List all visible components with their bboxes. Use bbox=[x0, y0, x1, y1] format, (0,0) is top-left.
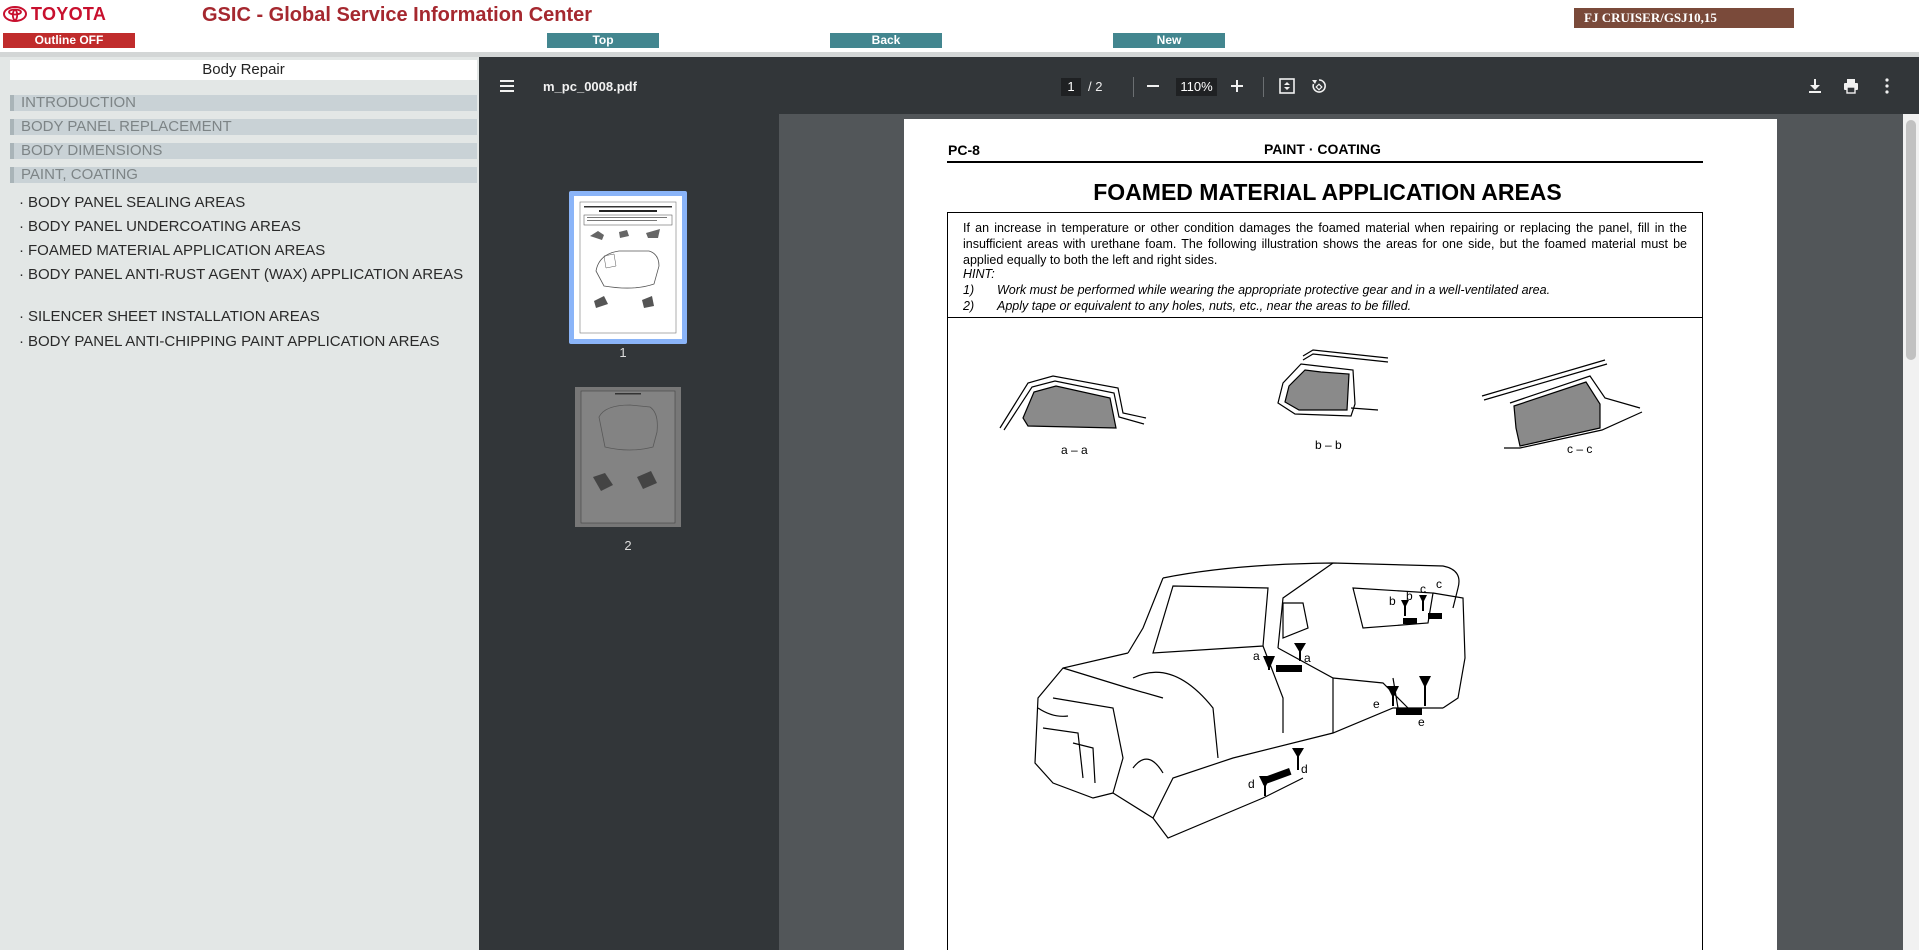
step-text: Apply tape or equivalent to any holes, n… bbox=[997, 299, 1412, 313]
bullet: · bbox=[19, 194, 24, 211]
top-button[interactable]: Top bbox=[547, 33, 659, 48]
fit-page-icon[interactable] bbox=[1277, 76, 1297, 96]
toyota-emblem-icon bbox=[3, 6, 27, 22]
thumbnail-page-1[interactable] bbox=[569, 191, 687, 344]
toolbar-divider bbox=[1133, 77, 1134, 97]
bullet: · bbox=[19, 266, 24, 283]
toyota-logo: TOYOTA bbox=[3, 3, 106, 25]
pdf-scrollbar[interactable] bbox=[1903, 114, 1919, 950]
brand-name: TOYOTA bbox=[31, 3, 107, 24]
zoom-level-input[interactable]: 110% bbox=[1176, 78, 1217, 96]
callout-c-right: c bbox=[1436, 577, 1442, 591]
pdf-filename: m_pc_0008.pdf bbox=[543, 79, 637, 94]
outline-item-label: BODY PANEL ANTI-CHIPPING PAINT APPLICATI… bbox=[28, 333, 440, 350]
rotate-icon[interactable] bbox=[1309, 76, 1329, 96]
outline-section-title: Body Repair bbox=[10, 60, 477, 80]
section-label-c: c – c bbox=[1567, 442, 1593, 456]
outline-item-label: FOAMED MATERIAL APPLICATION AREAS bbox=[28, 242, 326, 259]
pdf-viewer: m_pc_0008.pdf 1 / 2 110% 1 2 PC-8 PAINT … bbox=[479, 57, 1919, 950]
app-title: GSIC - Global Service Information Center bbox=[202, 4, 593, 26]
doc-content-box: If an increase in temperature or other c… bbox=[947, 212, 1703, 950]
bullet: · bbox=[19, 218, 24, 235]
category-introduction[interactable]: INTRODUCTION bbox=[10, 95, 477, 111]
outline-item-undercoating-areas[interactable]: · BODY PANEL UNDERCOATING AREAS bbox=[19, 218, 469, 236]
doc-header-rule bbox=[947, 161, 1703, 163]
category-body-panel-replacement[interactable]: BODY PANEL REPLACEMENT bbox=[10, 119, 477, 135]
bullet: · bbox=[19, 308, 24, 325]
callout-a-right: a bbox=[1304, 651, 1311, 665]
callout-b-left: b bbox=[1389, 594, 1396, 608]
section-label-a: a – a bbox=[1061, 443, 1088, 457]
section-label-b: b – b bbox=[1315, 438, 1342, 452]
scrollbar-thumb[interactable] bbox=[1906, 120, 1916, 360]
outline-item-silencer-sheet[interactable]: · SILENCER SHEET INSTALLATION AREAS bbox=[19, 308, 469, 326]
category-paint-coating[interactable]: PAINT, COATING bbox=[10, 167, 477, 183]
cross-section-b-diagram bbox=[1277, 349, 1389, 417]
outline-item-foamed-material[interactable]: · FOAMED MATERIAL APPLICATION AREAS bbox=[19, 242, 469, 260]
step-number: 2) bbox=[963, 299, 975, 313]
category-body-dimensions[interactable]: BODY DIMENSIONS bbox=[10, 143, 477, 159]
thumbnail-panel: 1 2 bbox=[479, 114, 779, 950]
doc-hint-label: HINT: bbox=[963, 267, 995, 281]
thumbnail-preview bbox=[579, 201, 677, 334]
outline-item-anti-rust-wax[interactable]: · BODY PANEL ANTI-RUST AGENT (WAX) APPLI… bbox=[19, 266, 469, 284]
thumbnail-preview bbox=[580, 390, 676, 524]
page-number-input[interactable]: 1 bbox=[1061, 78, 1081, 96]
zoom-out-icon[interactable] bbox=[1143, 76, 1163, 96]
cross-section-a-diagram bbox=[999, 375, 1147, 431]
model-badge: FJ CRUISER/GSJ10,15 bbox=[1574, 8, 1794, 28]
back-button[interactable]: Back bbox=[830, 33, 942, 48]
doc-step: 1) Work must be performed while wearing t… bbox=[963, 282, 1550, 298]
callout-a-left: a bbox=[1253, 649, 1260, 663]
thumbnail-label: 1 bbox=[619, 345, 627, 360]
outline-item-anti-chipping[interactable]: · BODY PANEL ANTI-CHIPPING PAINT APPLICA… bbox=[19, 333, 469, 351]
cross-section-c-diagram bbox=[1481, 359, 1643, 449]
callout-b-right: b bbox=[1406, 589, 1413, 603]
bullet: · bbox=[19, 242, 24, 259]
callout-e-left: e bbox=[1373, 697, 1380, 711]
step-text: Work must be performed while wearing the… bbox=[997, 283, 1551, 297]
pdf-toolbar: m_pc_0008.pdf 1 / 2 110% bbox=[479, 57, 1919, 114]
outline-item-label: SILENCER SHEET INSTALLATION AREAS bbox=[28, 308, 320, 325]
outline-item-label: BODY PANEL SEALING AREAS bbox=[28, 194, 246, 211]
bullet: · bbox=[19, 333, 24, 350]
callout-c-left: c bbox=[1420, 582, 1426, 596]
pdf-page: PC-8 PAINT · COATING FOAMED MATERIAL APP… bbox=[904, 119, 1777, 950]
doc-section-header: PAINT · COATING bbox=[1264, 141, 1381, 157]
doc-title: FOAMED MATERIAL APPLICATION AREAS bbox=[1093, 179, 1562, 205]
zoom-in-icon[interactable] bbox=[1227, 76, 1247, 96]
callout-e-right: e bbox=[1418, 715, 1425, 729]
download-icon[interactable] bbox=[1805, 76, 1825, 96]
new-button[interactable]: New bbox=[1113, 33, 1225, 48]
doc-page-code: PC-8 bbox=[948, 142, 980, 158]
step-number: 1) bbox=[963, 283, 975, 297]
outline-item-label: BODY PANEL UNDERCOATING AREAS bbox=[28, 218, 301, 235]
vehicle-body-illustration: a a b b c c e e d d bbox=[1034, 562, 1466, 839]
callout-d-left: d bbox=[1248, 777, 1255, 791]
page-total: / 2 bbox=[1088, 79, 1103, 94]
top-header: TOYOTA GSIC - Global Service Information… bbox=[0, 0, 1919, 57]
doc-inner-rule bbox=[948, 317, 1702, 318]
print-icon[interactable] bbox=[1841, 76, 1861, 96]
thumbnail-page-2[interactable] bbox=[575, 387, 681, 527]
toolbar-divider bbox=[1263, 77, 1264, 97]
doc-step: 2) Apply tape or equivalent to any holes,… bbox=[963, 298, 1411, 314]
more-icon[interactable] bbox=[1877, 76, 1897, 96]
outline-sidebar: Body Repair INTRODUCTION BODY PANEL REPL… bbox=[0, 57, 479, 950]
thumbnail-label: 2 bbox=[624, 538, 632, 553]
menu-icon[interactable] bbox=[497, 76, 517, 96]
doc-note: If an increase in temperature or other c… bbox=[963, 221, 1687, 267]
outline-toggle-button[interactable]: Outline OFF bbox=[3, 33, 135, 48]
callout-d-right: d bbox=[1301, 762, 1308, 776]
outline-item-label: BODY PANEL ANTI-RUST AGENT (WAX) APPLICA… bbox=[28, 266, 464, 283]
outline-item-sealing-areas[interactable]: · BODY PANEL SEALING AREAS bbox=[19, 194, 469, 212]
